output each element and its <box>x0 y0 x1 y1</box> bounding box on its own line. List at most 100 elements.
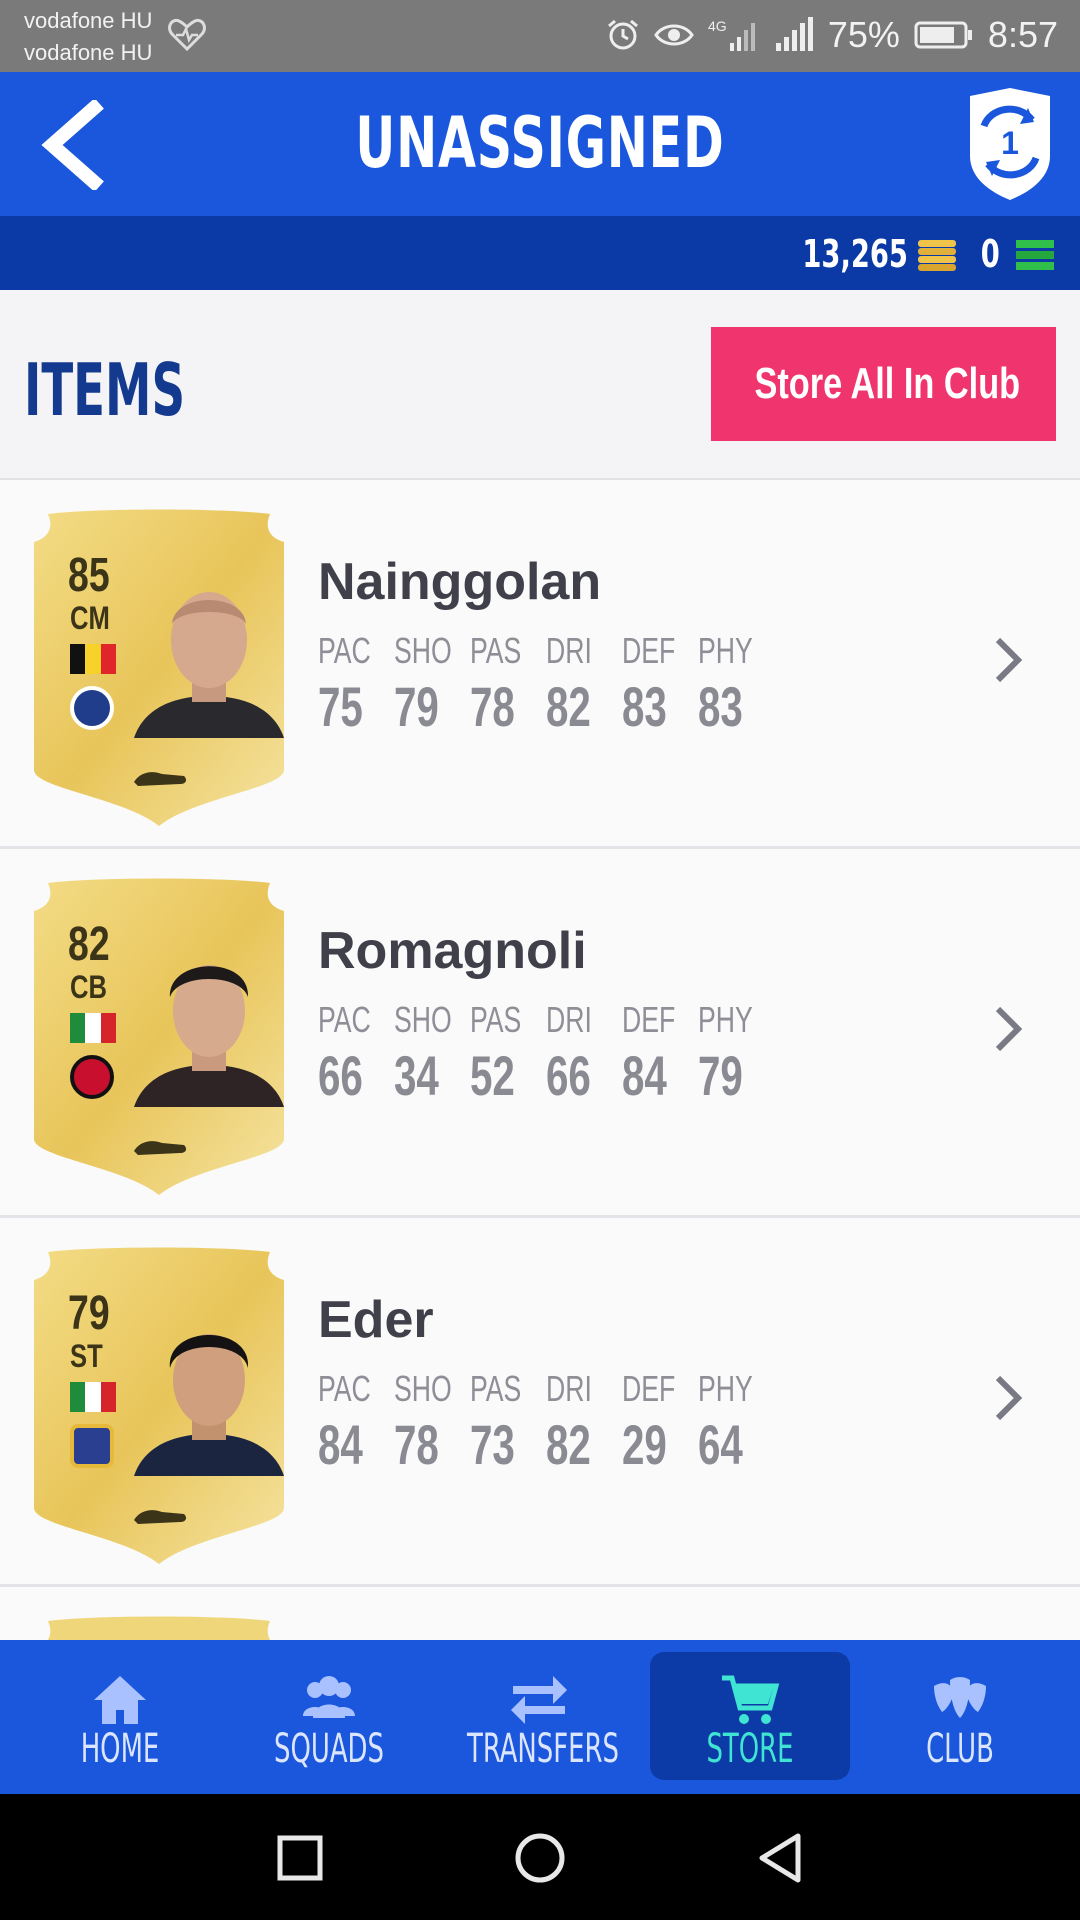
stat-label: PAC <box>318 1368 371 1409</box>
store-all-in-club-button[interactable]: Store All In Club <box>711 327 1056 441</box>
stat-label: SHO <box>394 630 452 671</box>
nav-label: TRANSFERS <box>467 1726 619 1772</box>
nav-club[interactable]: CLUB <box>860 1652 1060 1780</box>
stat-value: 75 <box>318 675 363 738</box>
nav-store[interactable]: STORE <box>650 1652 850 1780</box>
bottom-nav: HOME SQUADS TRANSFERS STORE CLUB <box>0 1640 1080 1794</box>
club-icon <box>934 1677 986 1718</box>
player-rating: 82 <box>68 918 110 971</box>
carrier-label: vodafone HU <box>24 8 153 33</box>
currency-bar: 13,265 0 <box>0 216 1080 290</box>
store-all-label: Store All In Club <box>754 359 1021 408</box>
coins-icon <box>918 240 956 271</box>
club-crest-icon <box>70 1424 114 1468</box>
player-position: ST <box>70 1338 103 1374</box>
clock: 8:57 <box>987 14 1058 55</box>
svg-text:1: 1 <box>1001 125 1019 161</box>
player-rating: 79 <box>68 1287 110 1340</box>
stat-value: 83 <box>622 675 667 738</box>
stat-label: PAS <box>470 630 522 671</box>
signal-4g-icon: 4G <box>708 18 755 51</box>
boot-icon <box>134 1510 187 1524</box>
nation-flag <box>70 644 116 674</box>
player-list[interactable]: 85 CM Nainggolan PAC 75 SHO 79 PAS 78 DRI 82… <box>0 480 1080 1640</box>
club-crest-icon <box>70 686 114 730</box>
stat-label: PAS <box>470 1368 522 1409</box>
cart-icon <box>722 1675 780 1724</box>
nav-transfers[interactable]: TRANSFERS <box>439 1652 639 1780</box>
battery-percentage: 75% <box>827 14 900 55</box>
page-title: UNASSIGNED <box>355 102 725 184</box>
stat-value: 34 <box>394 1044 439 1107</box>
stat-value: 84 <box>622 1044 667 1107</box>
health-icon <box>168 18 206 52</box>
player-name: Nainggolan <box>318 553 602 611</box>
objectives-badge[interactable]: 1 <box>962 86 1058 202</box>
player-row[interactable]: 85 CM Nainggolan PAC 75 SHO 79 PAS 78 DRI 82… <box>0 480 1080 849</box>
nav-label: SQUADS <box>274 1726 384 1772</box>
stat-label: PAC <box>318 999 371 1040</box>
player-portrait <box>134 965 284 1107</box>
signal-icon <box>775 17 813 51</box>
stat-label: DEF <box>622 630 676 671</box>
section-title: ITEMS <box>24 348 186 432</box>
nav-label: STORE <box>706 1726 794 1772</box>
stat-value: 73 <box>470 1413 515 1476</box>
stat-value: 64 <box>698 1413 743 1476</box>
player-portrait <box>134 1334 284 1476</box>
nav-squads[interactable]: SQUADS <box>229 1652 429 1780</box>
player-rating: 85 <box>68 549 110 602</box>
stat-value: 66 <box>546 1044 591 1107</box>
stat-label: DRI <box>546 999 592 1040</box>
player-card: 82 CB <box>34 877 284 1195</box>
player-card: 85 CM <box>34 508 284 826</box>
player-card-partial <box>47 1616 271 1640</box>
svg-text:4G: 4G <box>708 18 727 34</box>
player-row[interactable] <box>0 1587 1080 1640</box>
chevron-right-icon[interactable] <box>988 1368 1028 1428</box>
top-bar: UNASSIGNED 1 <box>0 72 1080 216</box>
stat-value: 66 <box>318 1044 363 1107</box>
club-crest-icon <box>70 1055 114 1099</box>
stat-label: PHY <box>698 999 753 1040</box>
player-stats: PAC 75 SHO 79 PAS 78 DRI 82 DEF 83 PHY 83 <box>318 630 774 739</box>
points-icon <box>1016 240 1054 270</box>
stat-value: 79 <box>394 675 439 738</box>
home-icon <box>94 1676 146 1724</box>
nav-home[interactable]: HOME <box>20 1652 220 1780</box>
boot-icon <box>134 1141 187 1155</box>
player-row[interactable]: 82 CB Romagnoli PAC 66 SHO 34 PAS 52 DRI 66 … <box>0 849 1080 1218</box>
points-balance: 0 <box>980 232 1000 276</box>
player-position: CB <box>70 969 107 1005</box>
stat-label: DRI <box>546 630 592 671</box>
player-position: CM <box>70 600 110 636</box>
stat-value: 82 <box>546 1413 591 1476</box>
player-card: 79 ST <box>34 1246 284 1564</box>
home-circle-icon[interactable] <box>510 1828 570 1888</box>
nav-label: HOME <box>80 1726 160 1772</box>
stat-label: DRI <box>546 1368 592 1409</box>
stat-label: PHY <box>698 630 753 671</box>
nation-flag <box>70 1382 116 1412</box>
recents-icon[interactable] <box>270 1828 330 1888</box>
stat-label: DEF <box>622 999 676 1040</box>
boot-icon <box>134 772 187 786</box>
player-portrait <box>134 592 284 738</box>
stat-label: PAC <box>318 630 371 671</box>
back-arrow-icon[interactable] <box>36 100 116 190</box>
stat-value: 84 <box>318 1413 363 1476</box>
chevron-right-icon[interactable] <box>988 999 1028 1059</box>
nav-label: CLUB <box>926 1726 994 1772</box>
eye-comfort-icon <box>654 24 694 46</box>
android-nav-bar <box>0 1794 1080 1920</box>
objectives-shield-icon: 1 <box>970 88 1050 200</box>
stat-label: SHO <box>394 1368 452 1409</box>
player-row[interactable]: 79 ST Eder PAC 84 SHO 78 PAS 73 DRI 82 DEF 29… <box>0 1218 1080 1587</box>
stat-label: DEF <box>622 1368 676 1409</box>
nation-flag <box>70 1013 116 1043</box>
chevron-right-icon[interactable] <box>988 630 1028 690</box>
alarm-icon <box>607 19 638 50</box>
status-bar: vodafone HU vodafone HU 4G 75% 8:57 <box>0 0 1080 72</box>
stat-value: 52 <box>470 1044 515 1107</box>
back-triangle-icon[interactable] <box>750 1828 810 1888</box>
